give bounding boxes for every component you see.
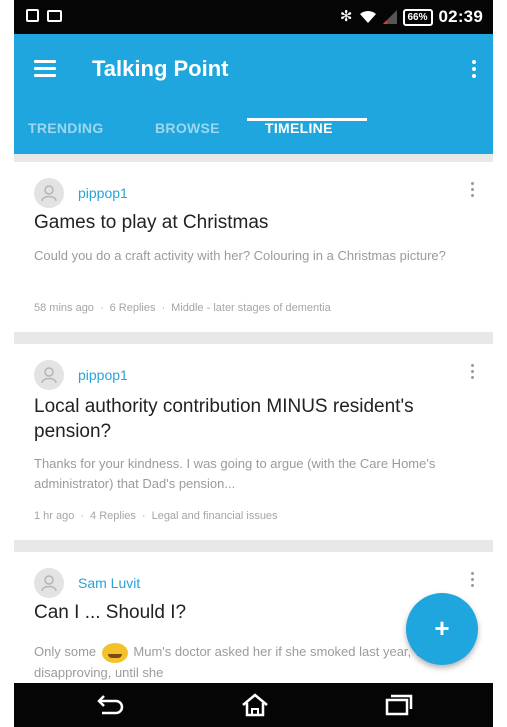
bluetooth-icon: ✻ bbox=[339, 8, 353, 25]
wifi-icon bbox=[359, 10, 376, 23]
plus-icon: + bbox=[434, 613, 450, 643]
signal-icon bbox=[382, 10, 397, 24]
smiley-emoji-icon bbox=[101, 642, 128, 663]
post-time: 1 hr ago bbox=[34, 510, 75, 522]
post-card[interactable]: pippop1 Local authority contribution MIN… bbox=[14, 344, 493, 540]
avatar bbox=[34, 568, 64, 598]
post-category[interactable]: Legal and financial issues bbox=[152, 510, 278, 522]
app-screen: ✻ 66% 02:39 Talking Point TRENDING BROWS… bbox=[14, 0, 493, 727]
post-category[interactable]: Middle - later stages of dementia bbox=[171, 302, 331, 314]
post-menu-icon[interactable] bbox=[471, 572, 475, 590]
post-title[interactable]: Local authority contribution MINUS resid… bbox=[34, 394, 474, 444]
home-icon[interactable] bbox=[239, 693, 271, 717]
post-card[interactable]: pippop1 Games to play at Christmas Could… bbox=[14, 162, 493, 332]
back-icon[interactable] bbox=[94, 693, 126, 717]
system-nav-bar bbox=[14, 683, 493, 727]
tab-trending[interactable]: TRENDING bbox=[28, 120, 104, 136]
app-title: Talking Point bbox=[92, 56, 229, 81]
status-notifications bbox=[26, 9, 62, 22]
post-author-row: pippop1 bbox=[34, 178, 128, 208]
tab-bar: TRENDING BROWSE TIMELINE bbox=[14, 108, 493, 154]
post-title[interactable]: Games to play at Christmas bbox=[34, 210, 474, 235]
post-author[interactable]: pippop1 bbox=[78, 185, 128, 201]
avatar bbox=[34, 360, 64, 390]
post-author[interactable]: Sam Luvit bbox=[78, 575, 140, 591]
tab-browse[interactable]: BROWSE bbox=[155, 120, 220, 136]
post-meta: 58 mins ago · 6 Replies · Middle - later sta… bbox=[34, 302, 331, 314]
post-menu-icon[interactable] bbox=[471, 182, 475, 200]
post-author-row: pippop1 bbox=[34, 360, 128, 390]
post-excerpt: Thanks for your kindness. I was going to… bbox=[34, 456, 436, 491]
post-excerpt: Could you do a craft activity with her? … bbox=[34, 248, 446, 263]
post-time: 58 mins ago bbox=[34, 302, 94, 314]
status-indicators: ✻ 66% 02:39 bbox=[340, 7, 483, 27]
tab-timeline[interactable]: TIMELINE bbox=[265, 120, 333, 136]
user-icon bbox=[41, 185, 57, 202]
post-meta: 1 hr ago · 4 Replies · Legal and financial i… bbox=[34, 510, 278, 522]
avatar bbox=[34, 178, 64, 208]
menu-icon[interactable] bbox=[34, 60, 56, 78]
status-bar: ✻ 66% 02:39 bbox=[14, 0, 493, 34]
post-menu-icon[interactable] bbox=[471, 364, 475, 382]
status-time: 02:39 bbox=[438, 7, 483, 26]
post-excerpt-start: Only some bbox=[34, 644, 97, 659]
post-author-row: Sam Luvit bbox=[34, 568, 140, 598]
notification-image-icon bbox=[47, 9, 62, 22]
user-icon bbox=[41, 575, 57, 592]
new-post-button[interactable]: + bbox=[406, 593, 478, 665]
recent-apps-icon[interactable] bbox=[382, 693, 414, 717]
post-replies: 6 Replies bbox=[109, 302, 156, 314]
user-icon bbox=[41, 367, 57, 384]
post-replies: 4 Replies bbox=[90, 510, 136, 522]
post-author[interactable]: pippop1 bbox=[78, 367, 128, 383]
overflow-menu-icon[interactable] bbox=[471, 60, 477, 80]
active-tab-indicator bbox=[247, 118, 367, 121]
battery-indicator: 66% bbox=[402, 8, 433, 26]
notification-app-icon bbox=[26, 9, 39, 22]
app-bar: Talking Point TRENDING BROWSE TIMELINE bbox=[14, 34, 493, 154]
